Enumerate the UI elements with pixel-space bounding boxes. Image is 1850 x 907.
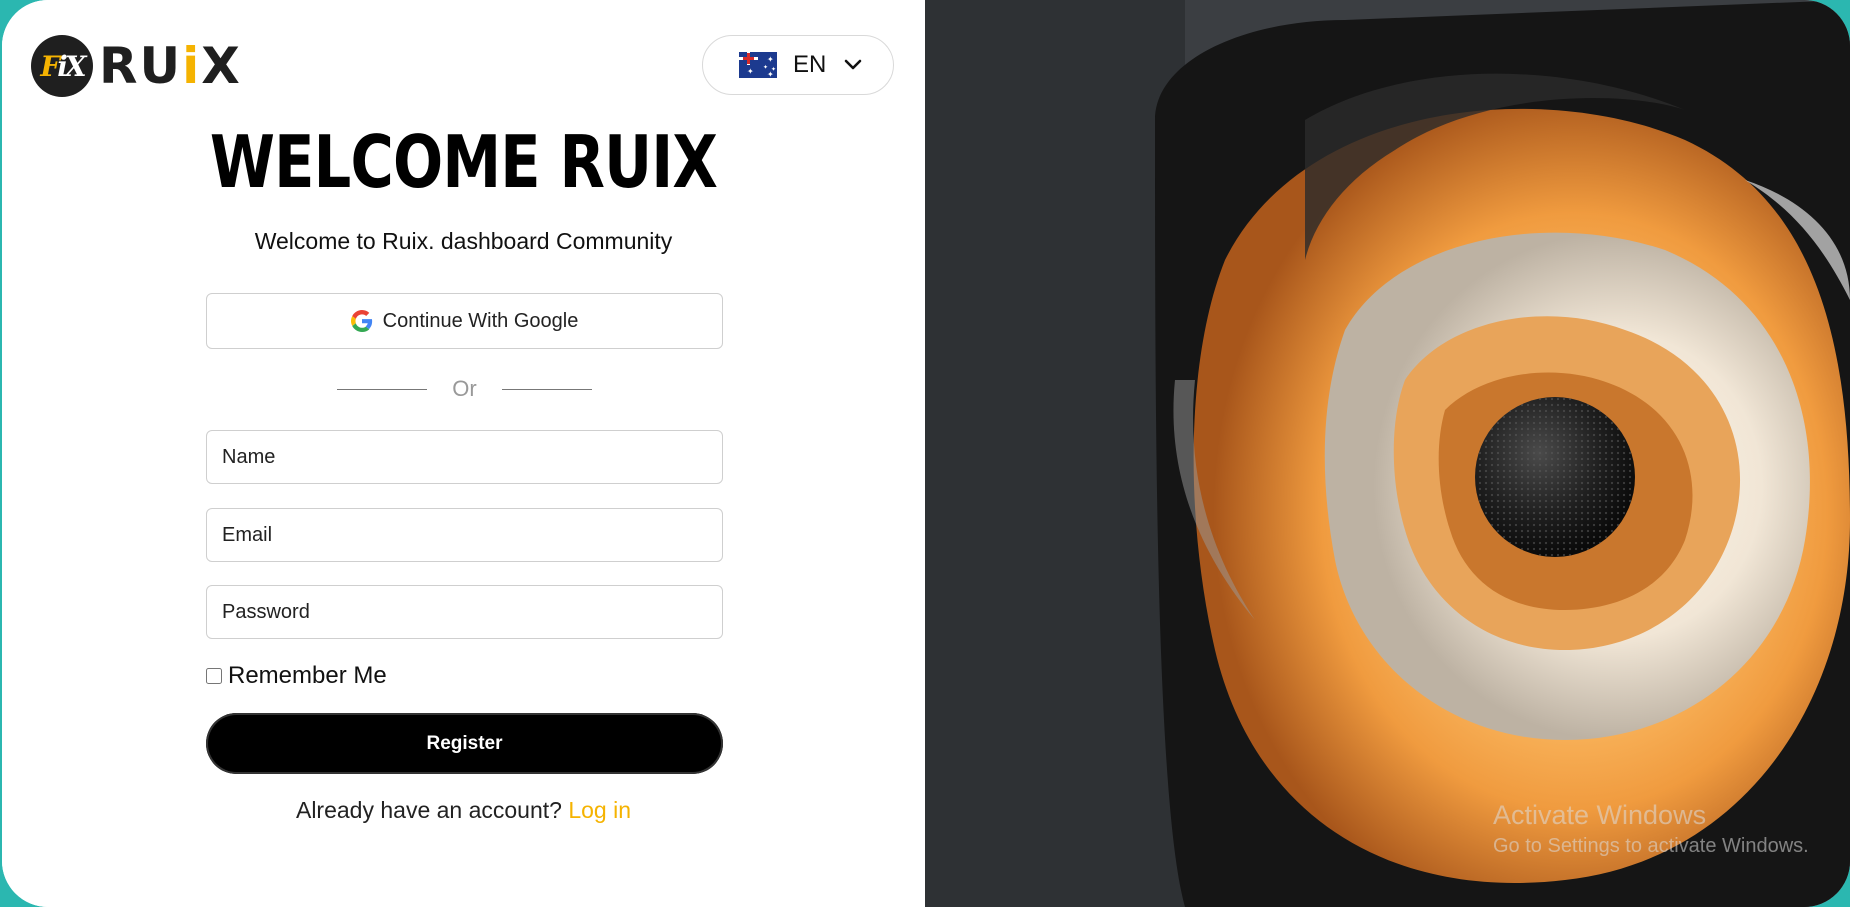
app-frame: FiX RUiX ✦ ✦ ✦ ✦ ✦ EN WELCOME RUIX Welco… <box>2 0 1850 907</box>
language-selector[interactable]: ✦ ✦ ✦ ✦ ✦ EN <box>702 35 894 95</box>
chevron-down-icon <box>845 59 862 70</box>
logo-badge-icon: FiX <box>31 35 93 97</box>
register-button[interactable]: Register <box>206 713 723 774</box>
google-button-label: Continue With Google <box>382 309 579 332</box>
watermark-subtitle: Go to Settings to activate Windows. <box>1493 835 1809 857</box>
or-divider: Or <box>337 376 592 406</box>
page-title: WELCOME RUIX <box>209 120 718 204</box>
watermark-title: Activate Windows <box>1493 800 1707 830</box>
divider-line-right <box>502 389 592 390</box>
brand-logo[interactable]: FiX RUiX <box>31 35 242 97</box>
auth-panel: FiX RUiX ✦ ✦ ✦ ✦ ✦ EN WELCOME RUIX Welco… <box>2 0 925 907</box>
continue-with-google-button[interactable]: Continue With Google <box>206 293 723 349</box>
login-prompt: Already have an account? Log in <box>2 797 925 824</box>
logo-wordmark: RUiX <box>99 37 242 95</box>
password-field[interactable] <box>206 585 723 639</box>
login-link[interactable]: Log in <box>568 797 631 823</box>
email-field[interactable] <box>206 508 723 562</box>
name-field[interactable] <box>206 430 723 484</box>
windows-activation-watermark: Activate Windows Go to Settings to activ… <box>1493 800 1809 858</box>
language-code: EN <box>793 51 827 78</box>
abstract-art-image <box>925 0 1850 907</box>
remember-me[interactable]: Remember Me <box>206 662 387 690</box>
login-prompt-text: Already have an account? <box>295 797 562 823</box>
remember-me-label: Remember Me <box>228 662 387 689</box>
hero-artwork: Activate Windows Go to Settings to activ… <box>925 0 1850 907</box>
page-subtitle: Welcome to Ruix. dashboard Community <box>254 228 673 254</box>
google-g-icon <box>350 310 372 332</box>
australia-flag-icon: ✦ ✦ ✦ ✦ ✦ <box>739 52 777 79</box>
remember-me-checkbox[interactable] <box>206 668 222 684</box>
